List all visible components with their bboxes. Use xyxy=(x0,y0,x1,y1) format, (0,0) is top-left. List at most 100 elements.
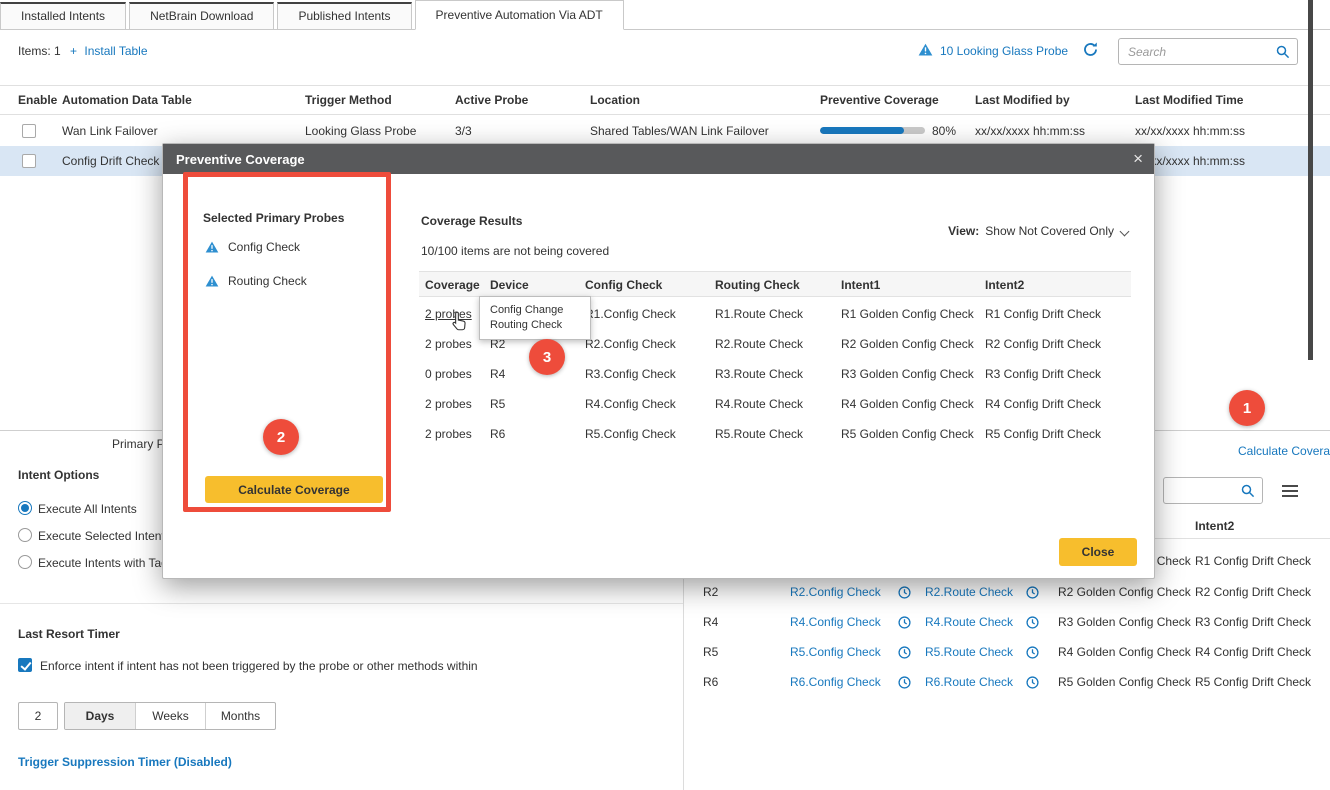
device-cell: R4 xyxy=(703,615,718,629)
col-location-header: Location xyxy=(590,93,640,107)
items-count: Items: 1 xyxy=(18,44,61,58)
col-active-probe-header: Active Probe xyxy=(455,93,528,107)
search-box xyxy=(1118,38,1298,65)
view-dropdown[interactable]: View: Show Not Covered Only xyxy=(948,224,1128,238)
coverage-result-row: 2 probes R6 R5.Config Check R5.Route Che… xyxy=(419,419,1131,449)
tab-installed-intents[interactable]: Installed Intents xyxy=(0,2,126,29)
coverage-cell: 2 probes xyxy=(425,427,472,441)
route-check-link[interactable]: R6.Route Check xyxy=(925,675,1013,689)
tab-label: Installed Intents xyxy=(21,9,105,23)
device-intent-row: R6 R6.Config Check R6.Route Check R5 Gol… xyxy=(0,667,1330,697)
clock-icon[interactable] xyxy=(898,616,911,629)
timer-unit-selector: Days Weeks Months xyxy=(64,702,276,730)
radio-execute-all-intents[interactable] xyxy=(18,501,32,515)
view-label: View: xyxy=(948,224,979,238)
install-table-button[interactable]: + Install Table xyxy=(70,44,148,58)
adt-name-cell: Wan Link Failover xyxy=(62,124,158,138)
config-check-link[interactable]: R6.Config Check xyxy=(790,675,881,689)
config-check-link[interactable]: R4.Config Check xyxy=(790,615,881,629)
coverage-cell: 2 probes xyxy=(425,337,472,351)
refresh-icon[interactable] xyxy=(1082,41,1099,58)
tab-label: NetBrain Download xyxy=(150,9,253,23)
calculate-coverage-link[interactable]: Calculate Coverage xyxy=(1238,444,1330,458)
menu-icon[interactable] xyxy=(1282,482,1298,500)
tab-published-intents[interactable]: Published Intents xyxy=(277,2,411,29)
config-check-link[interactable]: R2.Config Check xyxy=(790,585,881,599)
intent1-cell: R2 Golden Config Check xyxy=(1058,585,1191,599)
unit-days[interactable]: Days xyxy=(65,703,135,729)
route-check-link[interactable]: R2.Route Check xyxy=(925,585,1013,599)
timer-value-input[interactable] xyxy=(18,702,58,730)
intent1-cell: R1 Golden Config Check xyxy=(841,307,974,321)
search-icon[interactable] xyxy=(1241,484,1255,498)
device-intent-row: R5 R5.Config Check R5.Route Check R4 Gol… xyxy=(0,637,1330,667)
col-coverage-header: Preventive Coverage xyxy=(820,93,939,107)
device-search-box xyxy=(1163,477,1263,504)
window-edge xyxy=(1308,0,1313,360)
col-config-check: Config Check xyxy=(585,278,662,292)
config-check-link[interactable]: R5.Config Check xyxy=(790,645,881,659)
intent1-cell: R2 Golden Config Check xyxy=(841,337,974,351)
tab-preventive-automation-adt[interactable]: Preventive Automation Via ADT xyxy=(415,0,624,30)
annotation-step3-badge: 3 xyxy=(529,339,565,375)
intent1-cell: R4 Golden Config Check xyxy=(841,397,974,411)
intent2-cell: R1 Config Drift Check xyxy=(1195,554,1311,568)
col-enable-header: Enable xyxy=(18,93,57,107)
col-intent1: Intent1 xyxy=(841,278,880,292)
close-button[interactable]: Close xyxy=(1059,538,1137,566)
tab-netbrain-download[interactable]: NetBrain Download xyxy=(129,2,274,29)
warning-triangle-icon xyxy=(918,43,933,56)
row-checkbox[interactable] xyxy=(22,154,36,168)
tab-label: Published Intents xyxy=(298,9,390,23)
modified-by-cell: xx/xx/xxxx hh:mm:ss xyxy=(975,124,1085,138)
config-check-cell: R5.Config Check xyxy=(585,427,676,441)
row-checkbox[interactable] xyxy=(22,124,36,138)
clock-icon[interactable] xyxy=(1026,586,1039,599)
coverage-percent: 80% xyxy=(932,124,956,138)
radio-execute-selected-intents[interactable] xyxy=(18,528,32,542)
route-check-link[interactable]: R4.Route Check xyxy=(925,615,1013,629)
device-cell: R4 xyxy=(490,367,505,381)
coverage-cell: 2 probes xyxy=(425,397,472,411)
search-input[interactable] xyxy=(1119,39,1297,64)
config-check-cell: R4.Config Check xyxy=(585,397,676,411)
intent1-cell: R4 Golden Config Check xyxy=(1058,645,1191,659)
tab-label: Preventive Automation Via ADT xyxy=(436,8,603,22)
install-table-label: Install Table xyxy=(84,44,147,58)
annotation-step2-badge: 2 xyxy=(263,419,299,455)
clock-icon[interactable] xyxy=(1026,646,1039,659)
close-icon[interactable]: × xyxy=(1133,149,1143,169)
clock-icon[interactable] xyxy=(898,676,911,689)
search-icon[interactable] xyxy=(1276,45,1290,59)
device-cell: R6 xyxy=(703,675,718,689)
tooltip-line: Routing Check xyxy=(490,318,580,333)
config-check-cell: R2.Config Check xyxy=(585,337,676,351)
routing-check-cell: R5.Route Check xyxy=(715,427,803,441)
intent2-cell: R5 Config Drift Check xyxy=(985,427,1101,441)
adt-name-cell: Config Drift Check xyxy=(62,154,159,168)
intent1-cell: R3 Golden Config Check xyxy=(841,367,974,381)
clock-icon[interactable] xyxy=(1026,616,1039,629)
unit-weeks[interactable]: Weeks xyxy=(135,703,205,729)
intent2-cell: R2 Config Drift Check xyxy=(1195,585,1311,599)
intent2-cell: R4 Config Drift Check xyxy=(985,397,1101,411)
clock-icon[interactable] xyxy=(898,586,911,599)
modal-header[interactable]: Preventive Coverage × xyxy=(163,144,1154,174)
col-coverage: Coverage xyxy=(425,278,480,292)
device-cell: R5 xyxy=(490,397,505,411)
preventive-automation-screen: Installed Intents NetBrain Download Publ… xyxy=(0,0,1330,790)
coverage-result-row: 2 probes R5 R4.Config Check R4.Route Che… xyxy=(419,389,1131,419)
device-intent-row: R2 R2.Config Check R2.Route Check R2 Gol… xyxy=(0,577,1330,607)
unit-months[interactable]: Months xyxy=(205,703,275,729)
clock-icon[interactable] xyxy=(898,646,911,659)
probe-alert-link[interactable]: 10 Looking Glass Probe xyxy=(940,44,1068,58)
probe-tooltip: Config Change Routing Check xyxy=(479,296,591,340)
trigger-suppression-link[interactable]: Trigger Suppression Timer (Disabled) xyxy=(18,755,232,769)
clock-icon[interactable] xyxy=(1026,676,1039,689)
route-check-link[interactable]: R5.Route Check xyxy=(925,645,1013,659)
device-cell: R2 xyxy=(703,585,718,599)
plus-icon: + xyxy=(70,44,77,58)
col-adt-header: Automation Data Table xyxy=(62,93,192,107)
intent1-cell: R5 Golden Config Check xyxy=(841,427,974,441)
device-intent-row: R4 R4.Config Check R4.Route Check R3 Gol… xyxy=(0,607,1330,637)
